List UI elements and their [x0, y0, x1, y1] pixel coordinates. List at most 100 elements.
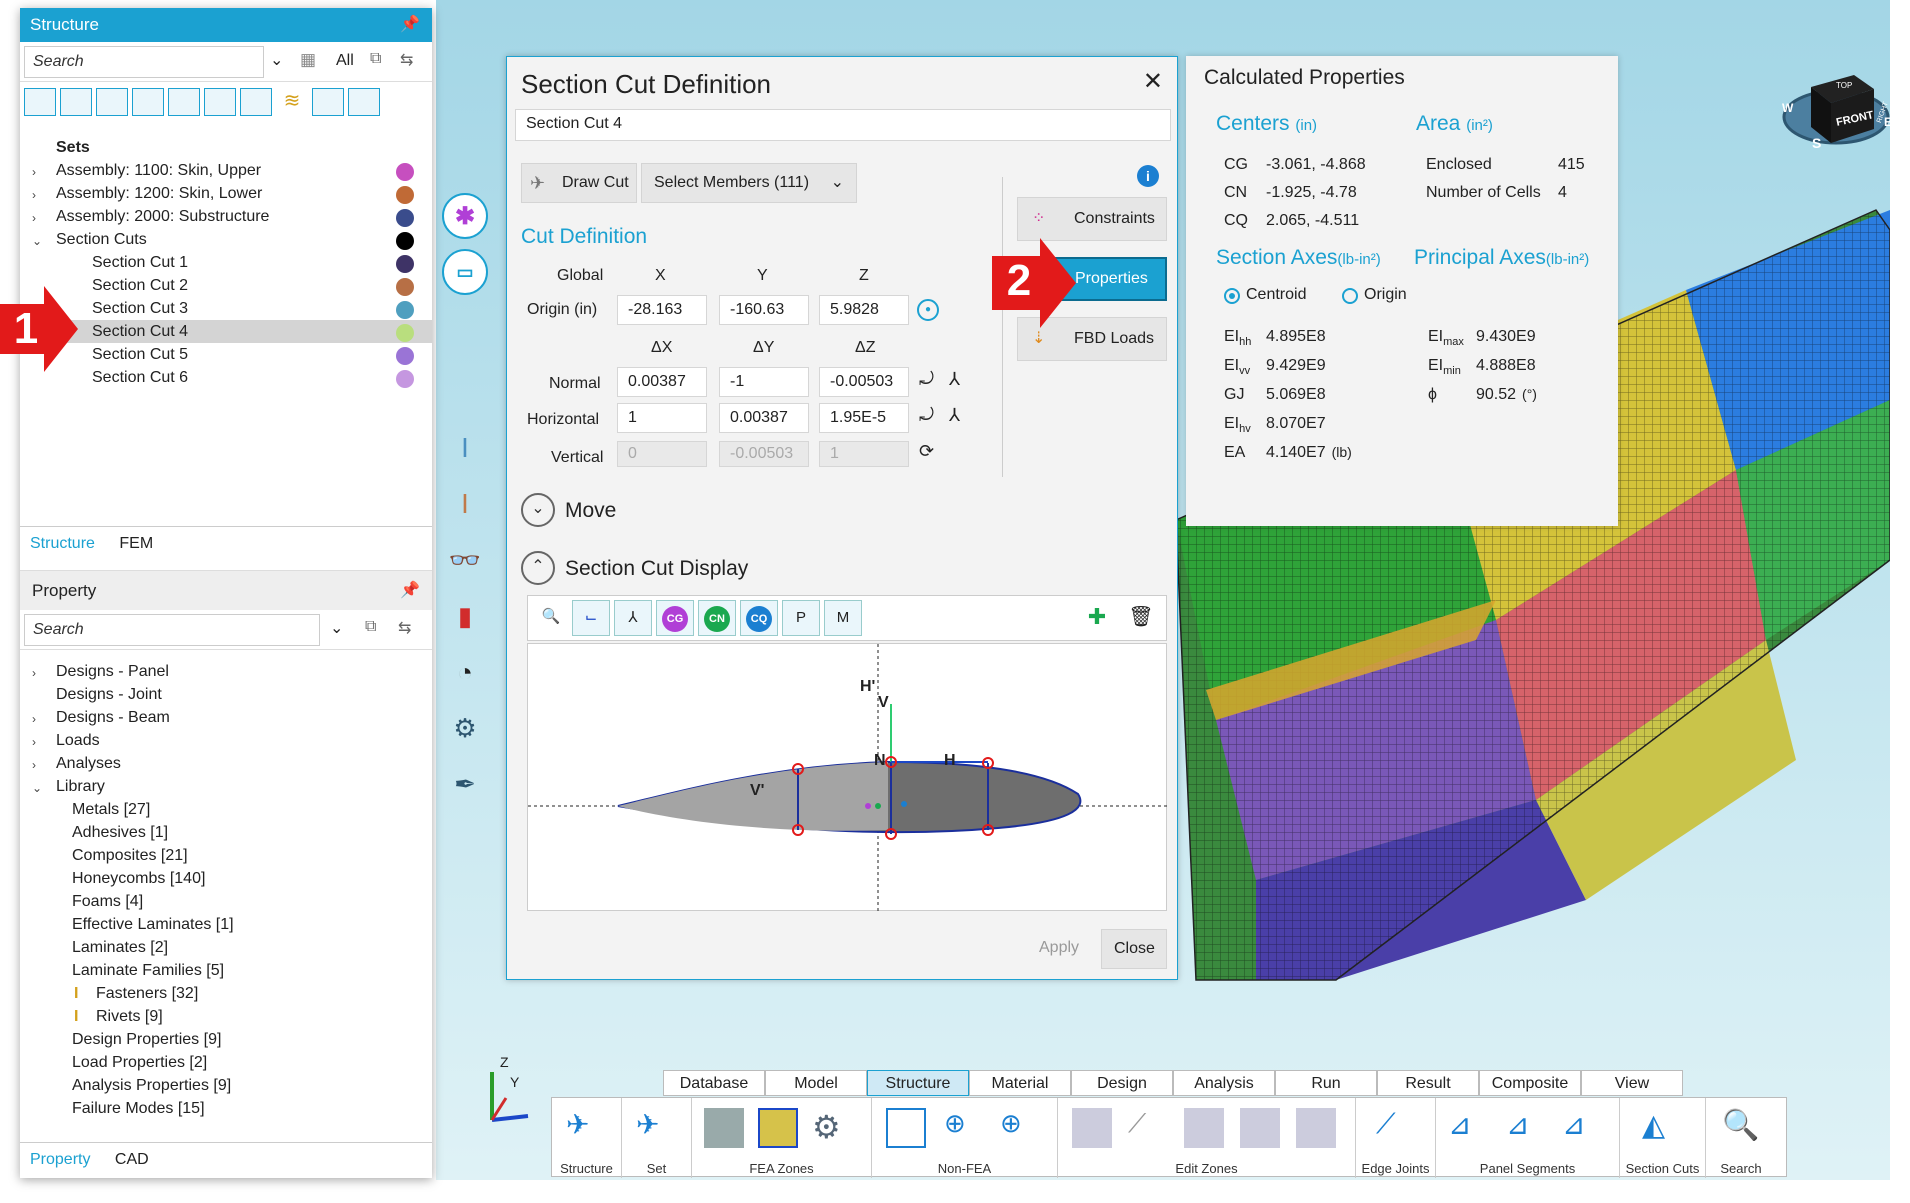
- ribbon-tab-structure[interactable]: Structure: [867, 1070, 969, 1096]
- pin-icon[interactable]: 📌: [400, 571, 420, 611]
- property-tree-item[interactable]: › Loads: [20, 729, 432, 752]
- donut-icon[interactable]: ◔: [442, 649, 488, 695]
- property-tree-item[interactable]: I Rivets [9]: [20, 1005, 432, 1028]
- axes-icon[interactable]: ⌙: [572, 600, 610, 636]
- gear-icon[interactable]: ⚙: [442, 705, 488, 751]
- origin-x-field[interactable]: -28.163: [617, 295, 707, 325]
- color-swatch[interactable]: [396, 278, 414, 296]
- chevron-right-icon[interactable]: ›: [32, 662, 36, 685]
- view-cube[interactable]: FRONT TOP RIGHT W S E: [1776, 45, 1896, 155]
- asterisk-icon[interactable]: ✱: [442, 193, 488, 239]
- origin-y-field[interactable]: -160.63: [719, 295, 809, 325]
- property-tree-item[interactable]: Laminates [2]: [20, 936, 432, 959]
- property-tree-item[interactable]: Metals [27]: [20, 798, 432, 821]
- property-tree-item[interactable]: › Analyses: [20, 752, 432, 775]
- color-swatch[interactable]: [396, 370, 414, 388]
- glasses-icon[interactable]: 👓: [442, 537, 488, 583]
- property-tree-item[interactable]: Laminate Families [5]: [20, 959, 432, 982]
- structure-tree-item[interactable]: ⌄ Section Cuts: [20, 228, 432, 251]
- structure-search-input[interactable]: Search: [24, 46, 264, 78]
- ribbon-group-set[interactable]: ✈ Set: [622, 1098, 692, 1178]
- m-toggle[interactable]: M: [824, 600, 862, 636]
- node-icon[interactable]: [24, 88, 56, 116]
- beam-icon[interactable]: [132, 88, 164, 116]
- window-icon[interactable]: ▭: [442, 249, 488, 295]
- principal-axes-icon[interactable]: ⅄: [614, 600, 652, 636]
- draw-cut-button[interactable]: ✈ Draw Cut: [521, 163, 637, 203]
- ibeam-icon[interactable]: [204, 88, 236, 116]
- solid-icon[interactable]: [60, 88, 92, 116]
- ribbon-tab-model[interactable]: Model: [765, 1070, 867, 1096]
- target-icon[interactable]: ●: [917, 299, 939, 321]
- tab-cad[interactable]: CAD: [105, 1143, 159, 1177]
- sync-icon[interactable]: ⇆: [398, 618, 411, 638]
- ribbon-tab-database[interactable]: Database: [663, 1070, 765, 1096]
- close-button[interactable]: Close: [1101, 929, 1167, 969]
- chevron-right-icon[interactable]: ›: [32, 184, 36, 207]
- color-swatch[interactable]: [396, 324, 414, 342]
- display-expander[interactable]: ⌃: [521, 551, 555, 585]
- flip-horizontal-icon[interactable]: ⤾: [919, 405, 934, 426]
- ribbon-group-structure[interactable]: ✈ Structure: [552, 1098, 622, 1178]
- ribbon-tab-design[interactable]: Design: [1071, 1070, 1173, 1096]
- ribbon-group-fea-zones[interactable]: ⚙ FEA Zones: [692, 1098, 872, 1178]
- flip-normal-icon[interactable]: ⤾: [919, 369, 934, 390]
- property-search-input[interactable]: Search: [24, 614, 320, 646]
- property-tree-item[interactable]: Analysis Properties [9]: [20, 1074, 432, 1097]
- p-toggle[interactable]: P: [782, 600, 820, 636]
- property-tree-item[interactable]: Load Properties [2]: [20, 1051, 432, 1074]
- structure-tree-item[interactable]: Sets: [20, 136, 432, 159]
- color-swatch[interactable]: [396, 209, 414, 227]
- rotate-vertical-icon[interactable]: ⟳: [919, 441, 934, 462]
- property-tree-item[interactable]: ⌄ Library: [20, 775, 432, 798]
- property-tree-item[interactable]: Foams [4]: [20, 890, 432, 913]
- origin-radio[interactable]: [1342, 288, 1358, 304]
- close-icon[interactable]: ✕: [1143, 67, 1163, 96]
- ribbon-tab-view[interactable]: View: [1581, 1070, 1683, 1096]
- color-scale-icon[interactable]: ▮: [442, 593, 488, 639]
- section-cut-name-field[interactable]: Section Cut 4: [515, 109, 1171, 141]
- chevron-right-icon[interactable]: ›: [32, 207, 36, 230]
- ribbon-tab-material[interactable]: Material: [969, 1070, 1071, 1096]
- cube-icon[interactable]: ▦: [300, 50, 316, 70]
- structure-tree-item[interactable]: Section Cut 3: [20, 297, 432, 320]
- info-icon[interactable]: i: [1137, 165, 1159, 187]
- ribbon-group-non-fea[interactable]: ⊕ ⊕ Non-FEA: [872, 1098, 1058, 1178]
- move-expander[interactable]: ⌄: [521, 493, 555, 527]
- zoom-icon[interactable]: 🔍: [532, 600, 570, 636]
- ribbon-group-search[interactable]: 🔍 Search: [1706, 1098, 1776, 1178]
- ribbon-group-edge-joints[interactable]: ⟋ Edge Joints: [1356, 1098, 1436, 1178]
- property-tree-item[interactable]: Composites [21]: [20, 844, 432, 867]
- tab-property[interactable]: Property: [20, 1143, 100, 1177]
- section-plot[interactable]: H' V V' N H: [527, 643, 1168, 912]
- layers-icon[interactable]: ≋: [276, 88, 308, 116]
- chevron-down-icon[interactable]: ⌄: [270, 50, 283, 70]
- trash-icon[interactable]: 🗑: [1122, 600, 1160, 636]
- color-swatch[interactable]: [396, 186, 414, 204]
- structure-tree-item[interactable]: › Assembly: 1100: Skin, Upper: [20, 159, 432, 182]
- color-swatch[interactable]: [396, 347, 414, 365]
- color-swatch[interactable]: [396, 255, 414, 273]
- origin-z-field[interactable]: 5.9828: [819, 295, 909, 325]
- color-swatch[interactable]: [396, 301, 414, 319]
- horizontal-dx-field[interactable]: 1: [617, 403, 707, 433]
- axes-normal-icon[interactable]: ⅄: [949, 369, 960, 390]
- plate-icon[interactable]: [168, 88, 200, 116]
- chevron-right-icon[interactable]: ›: [32, 731, 36, 754]
- property-tree-item[interactable]: › Designs - Panel: [20, 660, 432, 683]
- chevron-down-icon[interactable]: ⌄: [330, 618, 343, 638]
- chevron-down-icon[interactable]: ⌄: [32, 777, 42, 800]
- property-tree-item[interactable]: Effective Laminates [1]: [20, 913, 432, 936]
- add-point-icon[interactable]: ✚: [1078, 600, 1116, 636]
- ibeam-check-icon[interactable]: Ⅰ: [442, 481, 488, 527]
- chevron-right-icon[interactable]: ›: [32, 754, 36, 777]
- filter-all-label[interactable]: All: [336, 52, 354, 70]
- tab-structure[interactable]: Structure: [20, 527, 105, 561]
- structure-tree-item[interactable]: Section Cut 1: [20, 251, 432, 274]
- ribbon-tab-result[interactable]: Result: [1377, 1070, 1479, 1096]
- centroid-radio[interactable]: [1224, 288, 1240, 304]
- structure-tree-item[interactable]: › Assembly: 2000: Substructure: [20, 205, 432, 228]
- chip-icon[interactable]: [348, 88, 380, 116]
- normal-dx-field[interactable]: 0.00387: [617, 367, 707, 397]
- copy-icon[interactable]: ⧉: [370, 50, 381, 68]
